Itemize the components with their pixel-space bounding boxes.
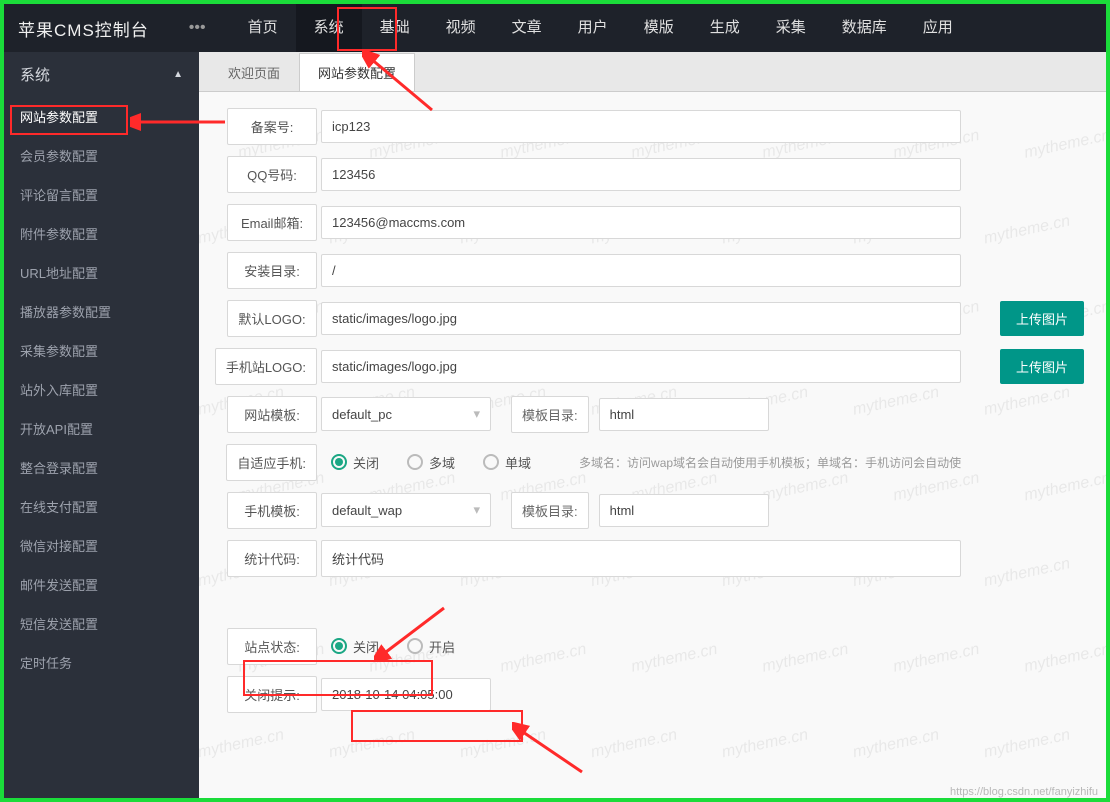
- input-stats-code[interactable]: 统计代码: [321, 540, 961, 577]
- sidebar-item-14[interactable]: 定时任务: [4, 643, 199, 682]
- sidebar-item-2[interactable]: 评论留言配置: [4, 175, 199, 214]
- nav-item-10[interactable]: 应用: [905, 4, 971, 52]
- label-close-msg: 关闭提示:: [227, 676, 317, 713]
- label-email: Email邮箱:: [227, 204, 317, 241]
- label-logo: 默认LOGO:: [227, 300, 317, 337]
- svg-text:mytheme.cn: mytheme.cn: [327, 725, 417, 761]
- label-qq: QQ号码:: [227, 156, 317, 193]
- sidebar-item-3[interactable]: 附件参数配置: [4, 214, 199, 253]
- svg-text:mytheme.cn: mytheme.cn: [199, 725, 286, 761]
- nav-item-7[interactable]: 生成: [692, 4, 758, 52]
- label-template: 网站模板:: [227, 396, 317, 433]
- select-mobile-template[interactable]: default_wap: [321, 493, 491, 527]
- sidebar-item-0[interactable]: 网站参数配置: [4, 97, 199, 136]
- label-template-dir: 模板目录:: [511, 396, 589, 433]
- nav-item-8[interactable]: 采集: [758, 4, 824, 52]
- radio-icon: [331, 454, 347, 470]
- tab-0[interactable]: 欢迎页面: [209, 53, 299, 91]
- sidebar-item-11[interactable]: 微信对接配置: [4, 526, 199, 565]
- radio-icon: [483, 454, 499, 470]
- radio-icon: [407, 454, 423, 470]
- sidebar-title: 系统: [20, 64, 50, 85]
- input-mobile-template-dir[interactable]: html: [599, 494, 769, 527]
- input-qq[interactable]: 123456: [321, 158, 961, 191]
- sidebar-section-header[interactable]: 系统 ▲: [4, 52, 199, 97]
- radio-status-on[interactable]: 开启: [407, 637, 455, 656]
- nav-item-5[interactable]: 用户: [560, 4, 626, 52]
- sidebar-item-13[interactable]: 短信发送配置: [4, 604, 199, 643]
- input-template-dir[interactable]: html: [599, 398, 769, 431]
- radio-icon: [407, 638, 423, 654]
- tab-1[interactable]: 网站参数配置: [299, 53, 415, 91]
- nav-item-4[interactable]: 文章: [494, 4, 560, 52]
- nav-item-9[interactable]: 数据库: [824, 4, 905, 52]
- sidebar-item-6[interactable]: 采集参数配置: [4, 331, 199, 370]
- label-site-status: 站点状态:: [227, 628, 317, 665]
- label-mobile-logo: 手机站LOGO:: [215, 348, 317, 385]
- more-icon[interactable]: •••: [189, 19, 206, 37]
- radio-label: 关闭: [353, 453, 379, 472]
- footer-source: https://blog.csdn.net/fanyizhifu: [950, 786, 1098, 798]
- radio-label: 关闭: [353, 637, 379, 656]
- sidebar-item-12[interactable]: 邮件发送配置: [4, 565, 199, 604]
- nav-item-6[interactable]: 模版: [626, 4, 692, 52]
- svg-text:mytheme.cn: mytheme.cn: [458, 725, 548, 761]
- sidebar-item-1[interactable]: 会员参数配置: [4, 136, 199, 175]
- svg-text:mytheme.cn: mytheme.cn: [720, 725, 810, 761]
- label-adaptive-mobile: 自适应手机:: [226, 444, 317, 481]
- sidebar-item-7[interactable]: 站外入库配置: [4, 370, 199, 409]
- radio-mobile-single[interactable]: 单域: [483, 453, 531, 472]
- app-brand: 苹果CMS控制台: [18, 16, 149, 41]
- radio-mobile-multi[interactable]: 多域: [407, 453, 455, 472]
- nav-item-3[interactable]: 视频: [428, 4, 494, 52]
- svg-text:mytheme.cn: mytheme.cn: [589, 725, 679, 761]
- nav-item-1[interactable]: 系统: [296, 4, 362, 52]
- radio-mobile-off[interactable]: 关闭: [331, 453, 379, 472]
- select-template[interactable]: default_pc: [321, 397, 491, 431]
- sidebar-item-9[interactable]: 整合登录配置: [4, 448, 199, 487]
- chevron-up-icon: ▲: [173, 69, 183, 80]
- sidebar-item-8[interactable]: 开放API配置: [4, 409, 199, 448]
- radio-label: 开启: [429, 637, 455, 656]
- nav-item-2[interactable]: 基础: [362, 4, 428, 52]
- sidebar-item-5[interactable]: 播放器参数配置: [4, 292, 199, 331]
- svg-text:mytheme.cn: mytheme.cn: [982, 725, 1072, 761]
- radio-label: 多域: [429, 453, 455, 472]
- radio-label: 单域: [505, 453, 531, 472]
- upload-mobile-logo-button[interactable]: 上传图片: [1000, 349, 1084, 384]
- input-close-msg[interactable]: 2018-10-14 04:05:00: [321, 678, 491, 711]
- input-email[interactable]: 123456@maccms.com: [321, 206, 961, 239]
- radio-icon: [331, 638, 347, 654]
- label-mobile-template-dir: 模板目录:: [511, 492, 589, 529]
- label-mobile-template: 手机模板:: [227, 492, 317, 529]
- sidebar-item-10[interactable]: 在线支付配置: [4, 487, 199, 526]
- upload-logo-button[interactable]: 上传图片: [1000, 301, 1084, 336]
- radio-status-off[interactable]: 关闭: [331, 637, 379, 656]
- hint-mobile: 多域名：访问wap域名会自动使用手机模板；单域名：手机访问会自动使: [579, 454, 961, 471]
- label-install-dir: 安装目录:: [227, 252, 317, 289]
- input-beian[interactable]: icp123: [321, 110, 961, 143]
- label-beian: 备案号:: [227, 108, 317, 145]
- input-logo[interactable]: static/images/logo.jpg: [321, 302, 961, 335]
- input-mobile-logo[interactable]: static/images/logo.jpg: [321, 350, 961, 383]
- sidebar-item-4[interactable]: URL地址配置: [4, 253, 199, 292]
- input-install-dir[interactable]: /: [321, 254, 961, 287]
- svg-text:mytheme.cn: mytheme.cn: [851, 725, 941, 761]
- nav-item-0[interactable]: 首页: [230, 4, 296, 52]
- label-stats-code: 统计代码:: [227, 540, 317, 577]
